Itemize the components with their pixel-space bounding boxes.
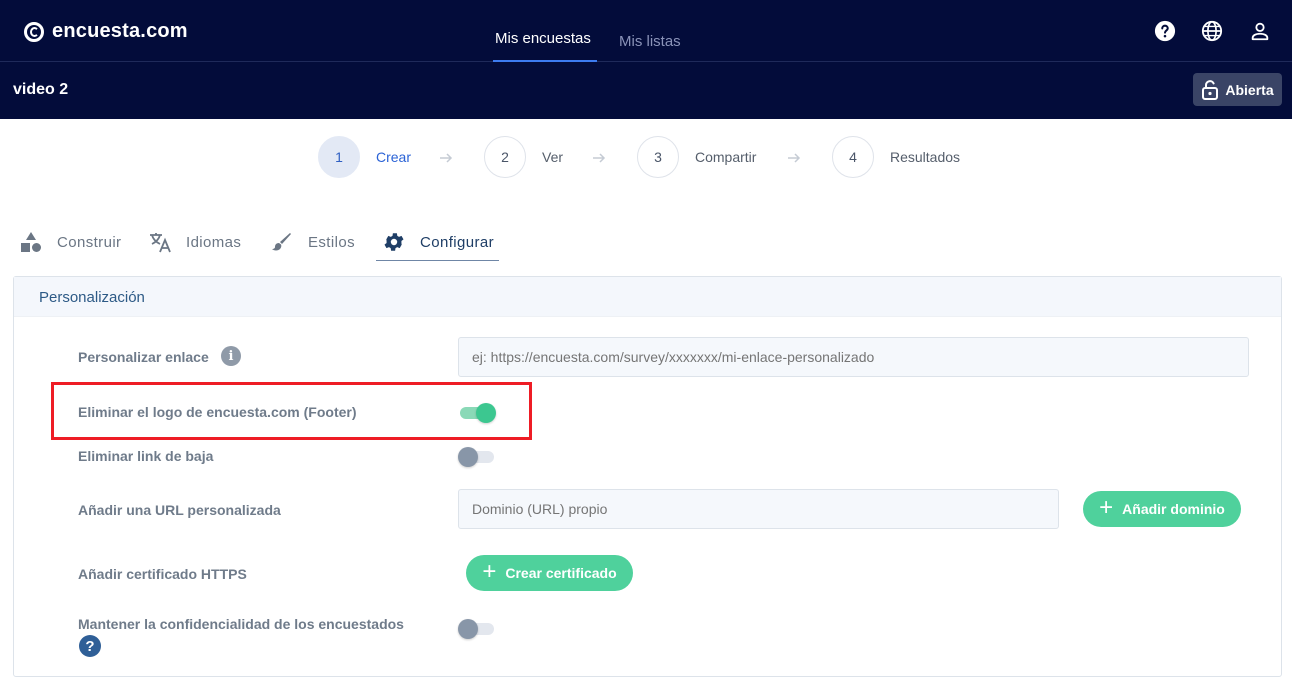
- custom-link-label: Personalizar enlace: [78, 349, 209, 365]
- remove-unsubscribe-label: Eliminar link de baja: [78, 448, 214, 464]
- remove-unsubscribe-toggle[interactable]: [458, 447, 496, 467]
- annotation-highlight-box: [51, 382, 532, 440]
- custom-url-label: Añadir una URL personalizada: [78, 502, 281, 518]
- step-number: 3: [637, 136, 679, 178]
- tab-label: Estilos: [308, 233, 355, 251]
- survey-title: video 2: [13, 81, 69, 98]
- panel-header: Personalización: [14, 277, 1281, 317]
- step-compartir[interactable]: 3 Compartir: [637, 136, 756, 178]
- globe-icon[interactable]: [1201, 20, 1223, 42]
- add-domain-button[interactable]: + Añadir dominio: [1083, 491, 1241, 527]
- tab-construir[interactable]: Construir: [19, 230, 121, 254]
- help-icon[interactable]: [1154, 20, 1176, 42]
- step-number: 4: [832, 136, 874, 178]
- tab-estilos[interactable]: Estilos: [270, 230, 355, 254]
- step-ver[interactable]: 2 Ver: [484, 136, 563, 178]
- tab-label: Idiomas: [186, 233, 242, 251]
- custom-domain-input[interactable]: [458, 489, 1059, 529]
- survey-status-label: Abierta: [1225, 81, 1274, 98]
- brush-icon: [272, 233, 291, 251]
- confidentiality-toggle[interactable]: [458, 619, 496, 639]
- brand-name: encuesta.com: [52, 20, 188, 42]
- question-icon[interactable]: ?: [79, 635, 101, 657]
- tab-active-indicator: [376, 260, 499, 261]
- nav-tab-mis-encuestas[interactable]: Mis encuestas: [495, 30, 591, 47]
- arrow-right-icon: [788, 153, 801, 163]
- plus-icon: +: [1099, 494, 1114, 521]
- step-number: 2: [484, 136, 526, 178]
- shapes-icon: [21, 232, 41, 252]
- step-resultados[interactable]: 4 Resultados: [832, 136, 960, 178]
- panel-title: Personalización: [39, 289, 145, 306]
- https-cert-label: Añadir certificado HTTPS: [78, 566, 247, 582]
- tab-configurar[interactable]: Configurar: [382, 230, 494, 254]
- survey-status-button[interactable]: Abierta: [1193, 73, 1282, 106]
- brand-logo[interactable]: encuesta.com: [24, 20, 188, 43]
- tab-label: Construir: [57, 233, 122, 251]
- custom-link-input[interactable]: [458, 337, 1249, 377]
- create-certificate-button[interactable]: + Crear certificado: [466, 555, 633, 591]
- arrow-right-icon: [440, 153, 453, 163]
- tab-idiomas[interactable]: Idiomas: [148, 230, 241, 254]
- user-icon[interactable]: [1249, 20, 1271, 42]
- gear-icon: [384, 233, 404, 251]
- info-icon[interactable]: i: [221, 346, 241, 366]
- unlock-icon: [1202, 79, 1219, 100]
- top-navbar: encuesta.com Mis encuestas Mis listas: [0, 0, 1292, 63]
- confidentiality-label: Mantener la confidencialidad de los encu…: [78, 616, 404, 632]
- step-label: Ver: [542, 149, 564, 165]
- toggle-knob: [458, 619, 478, 639]
- arrow-right-icon: [593, 153, 606, 163]
- plus-icon: +: [482, 558, 497, 585]
- step-number: 1: [318, 136, 360, 178]
- step-label: Compartir: [695, 149, 757, 165]
- step-label: Resultados: [890, 149, 961, 165]
- step-label: Crear: [376, 149, 412, 165]
- step-crear[interactable]: 1 Crear: [318, 136, 411, 178]
- logo-mark-icon: [24, 21, 44, 42]
- toggle-knob: [458, 447, 478, 467]
- nav-tab-mis-listas[interactable]: Mis listas: [619, 33, 681, 50]
- survey-bar: video 2 Abierta: [0, 62, 1292, 119]
- tab-label: Configurar: [420, 233, 495, 251]
- create-certificate-button-label: Crear certificado: [505, 565, 617, 581]
- add-domain-button-label: Añadir dominio: [1122, 501, 1225, 517]
- translate-icon: [150, 233, 171, 253]
